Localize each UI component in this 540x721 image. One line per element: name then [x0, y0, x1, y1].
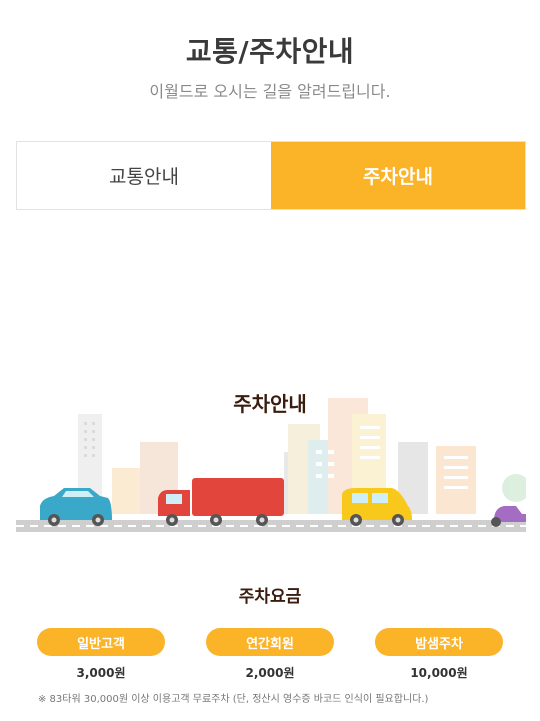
- fee-price: 3,000원: [76, 666, 126, 680]
- fee-price: 2,000원: [245, 666, 295, 680]
- fee-price: 10,000원: [410, 666, 468, 680]
- fee-item-regular: 일반고객 3,000원: [37, 628, 165, 681]
- tab-bar: 교통안내 주차안내: [16, 141, 526, 210]
- fee-item-overnight: 밤샘주차 10,000원: [375, 628, 503, 681]
- parking-fee-heading: 주차요금: [238, 587, 302, 607]
- page-title: 교통/주차안내: [185, 35, 355, 68]
- fee-label-badge: 연간회원: [206, 628, 334, 656]
- parking-note: ※ 83타워 30,000원 이상 이용고객 무료주차 (단, 정산시 영수증 …: [38, 694, 429, 705]
- tab-parking[interactable]: 주차안내: [271, 142, 525, 209]
- page-subtitle: 이월드로 오시는 길을 알려드립니다.: [149, 82, 391, 101]
- parking-section-heading: 주차안내: [233, 392, 307, 416]
- parking-fee-list: 일반고객 3,000원 연간회원 2,000원 밤샘주차 10,000원: [37, 628, 503, 681]
- fee-item-annual-member: 연간회원 2,000원: [206, 628, 334, 681]
- tab-transport[interactable]: 교통안내: [17, 142, 271, 209]
- fee-label-badge: 밤샘주차: [375, 628, 503, 656]
- fee-label-badge: 일반고객: [37, 628, 165, 656]
